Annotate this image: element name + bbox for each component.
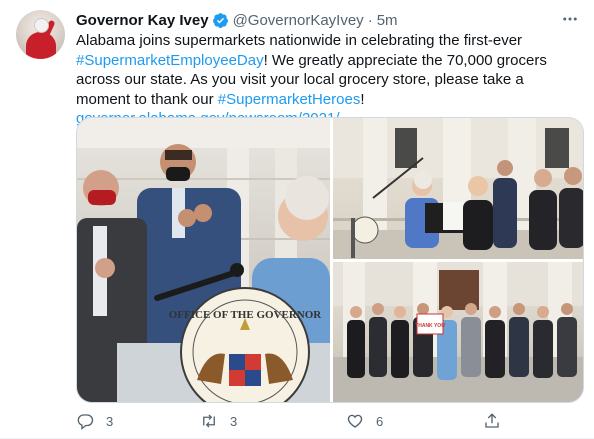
seal-text: OFFICE OF THE GOVERNOR <box>169 309 323 321</box>
verified-badge-icon <box>212 12 228 28</box>
author-name[interactable]: Governor Kay Ivey <box>76 12 209 29</box>
tweet-header: Governor Kay Ivey @GovernorKayIvey · 5m <box>76 10 398 30</box>
hashtag-supermarket-heroes[interactable]: #SupermarketHeroes <box>218 91 361 108</box>
retweet-button[interactable]: 3 <box>200 410 237 432</box>
tweet[interactable]: Governor Kay Ivey @GovernorKayIvey · 5m … <box>0 0 594 439</box>
more-icon[interactable] <box>560 9 580 29</box>
hashtag-supermarket-employee-day[interactable]: #SupermarketEmployeeDay <box>76 52 264 69</box>
photo-group[interactable]: THANK YOU <box>333 262 583 402</box>
avatar[interactable] <box>16 10 65 59</box>
author-handle[interactable]: @GovernorKayIvey <box>233 12 364 29</box>
reply-count: 3 <box>106 413 114 429</box>
photo-governor-podium[interactable]: OFFICE OF THE GOVERNOR <box>77 118 330 402</box>
share-icon <box>485 413 499 428</box>
reply-button[interactable]: 3 <box>76 410 113 432</box>
tweet-text-part: ! <box>360 90 365 108</box>
retweet-icon <box>203 414 215 428</box>
share-button[interactable] <box>483 410 501 432</box>
tweet-text-part: Alabama joins supermarkets nationwide in… <box>76 32 523 49</box>
media-grid: OFFICE OF THE GOVERNOR THANK YOU <box>76 117 584 403</box>
separator-dot: · <box>367 11 373 29</box>
tweet-text: Alabama joins supermarkets nationwide in… <box>76 31 581 129</box>
like-button[interactable]: 6 <box>346 410 383 432</box>
sign-text: THANK YOU <box>415 323 445 329</box>
timestamp[interactable]: 5m <box>377 12 398 29</box>
reply-icon <box>77 414 94 430</box>
retweet-count: 3 <box>230 413 238 429</box>
like-count: 6 <box>376 413 384 429</box>
tweet-actions: 3 3 6 <box>76 410 581 432</box>
photo-proclamation[interactable] <box>333 118 583 259</box>
like-icon <box>347 414 363 428</box>
